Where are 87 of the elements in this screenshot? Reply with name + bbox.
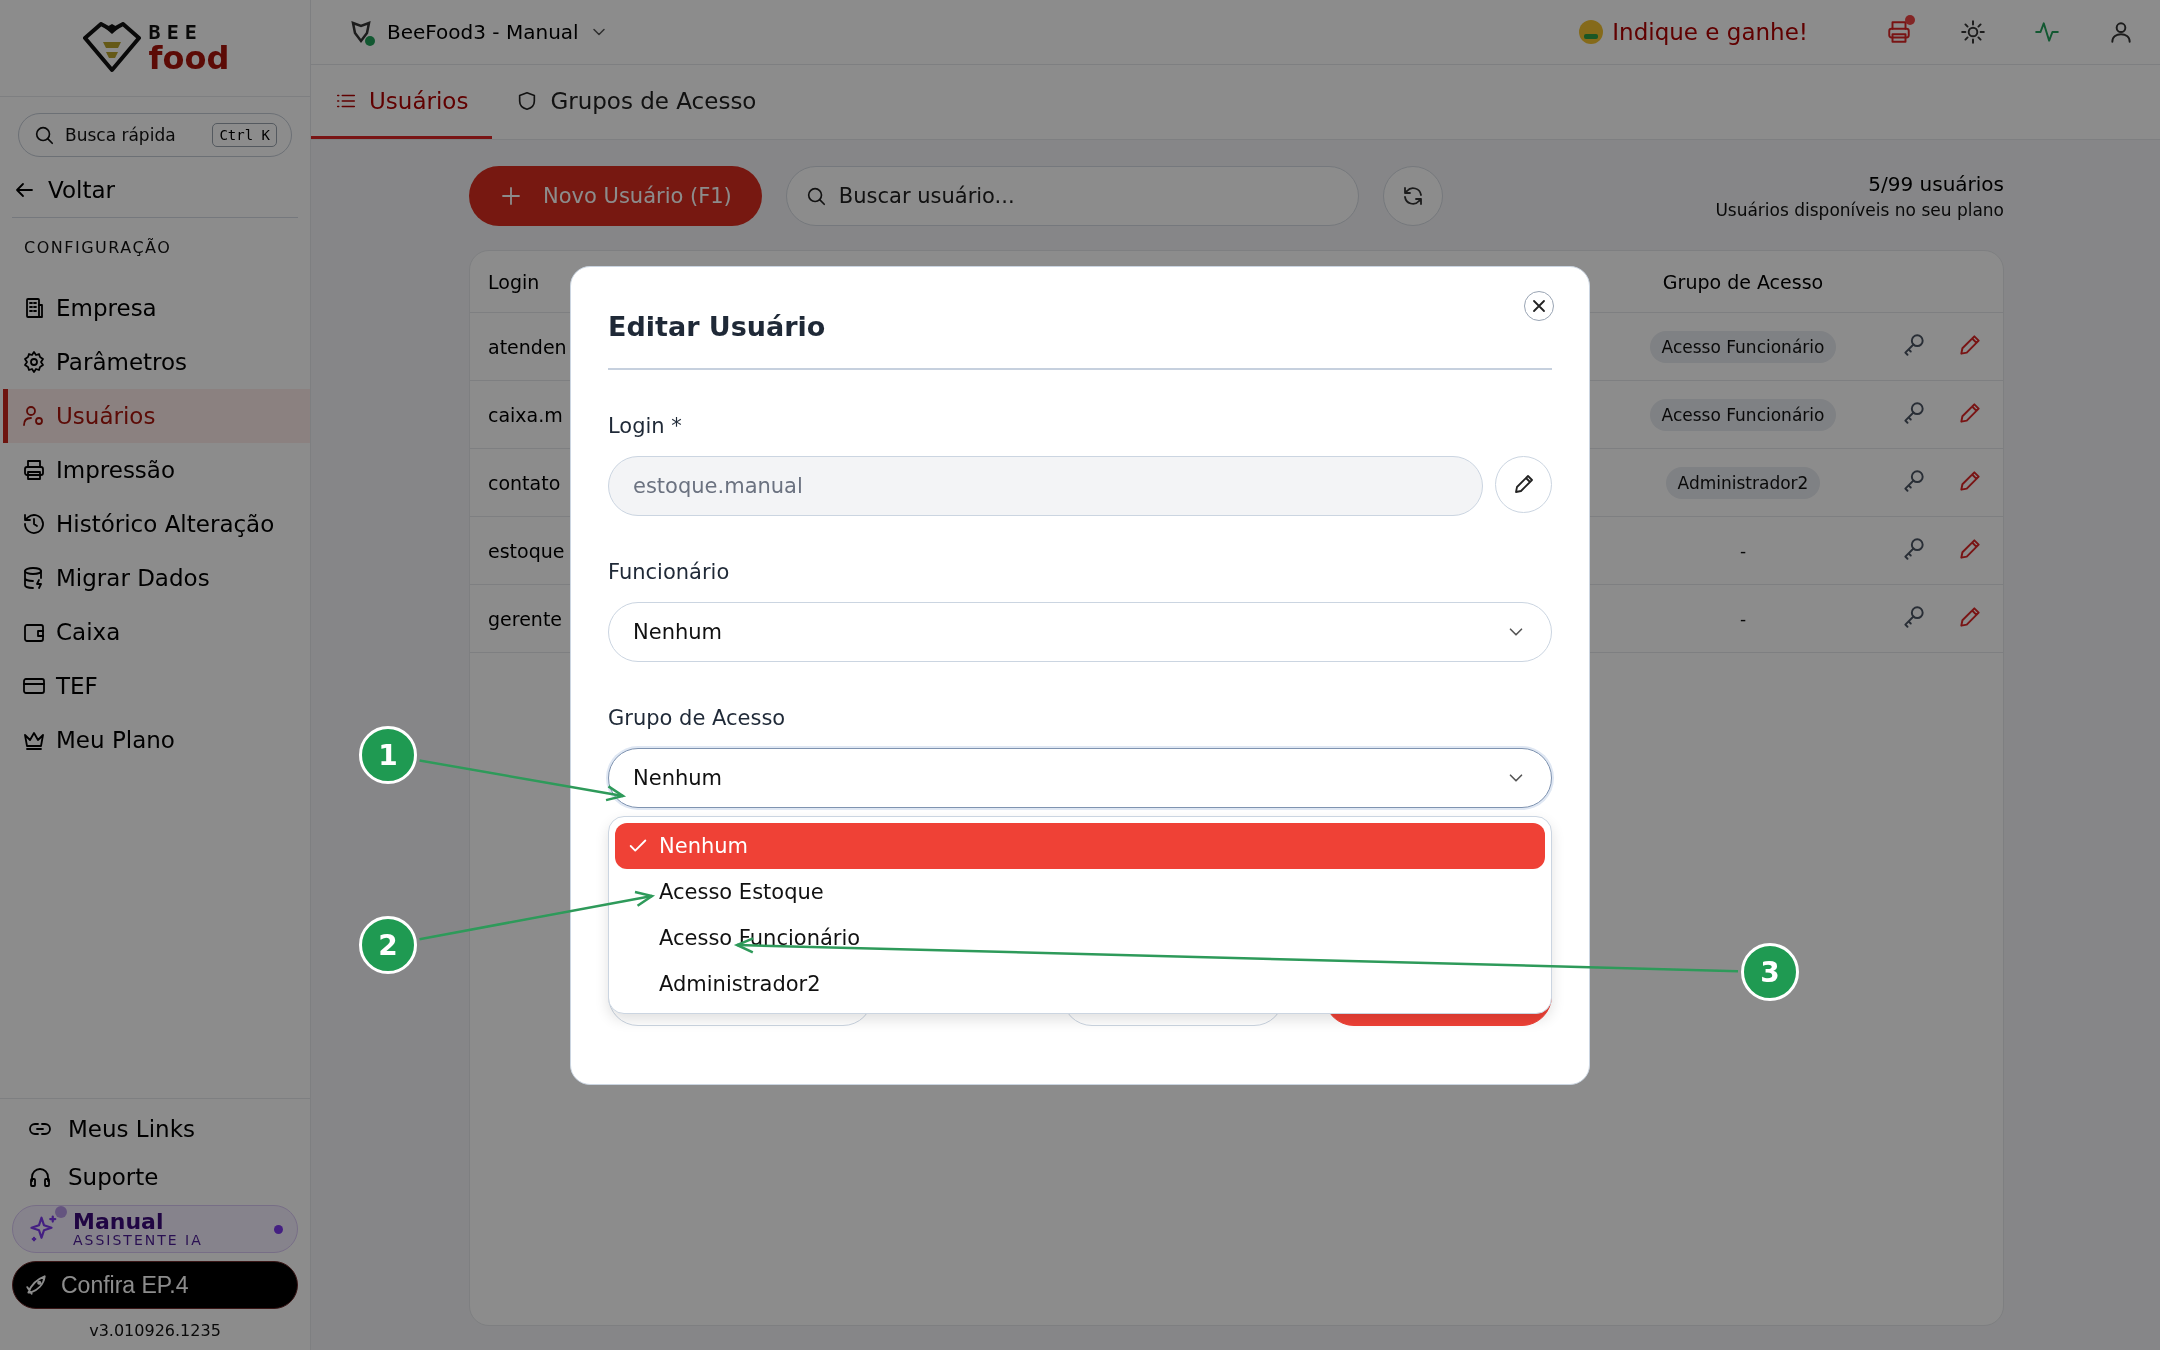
group-tag: Administrador2 bbox=[1665, 466, 1821, 499]
shortcut-key: Ctrl K bbox=[212, 123, 277, 147]
group-tag: Acesso Funcionário bbox=[1649, 398, 1837, 431]
search-field[interactable]: Buscar usuário... bbox=[785, 166, 1359, 226]
tab[interactable]: Usuários bbox=[311, 65, 493, 139]
count-note: Usuários disponíveis no seu plano bbox=[1715, 200, 2004, 220]
callout-number: 2 bbox=[359, 916, 417, 974]
back-link[interactable]: Voltar bbox=[12, 177, 298, 218]
new-user-button[interactable]: Novo Usuário (F1) bbox=[469, 166, 762, 226]
sidebar-item[interactable]: Histórico Alteração bbox=[3, 497, 310, 551]
version-text: v3.010926.1235 bbox=[88, 1321, 222, 1340]
section-heading: CONFIGURAÇÃO bbox=[24, 238, 173, 257]
notification-dot bbox=[1905, 15, 1915, 25]
logo-text: BEE bbox=[148, 22, 204, 42]
user-count: 5/99 usuários bbox=[1867, 172, 2004, 196]
dropdown-option[interactable]: Nenhum bbox=[615, 822, 1545, 869]
table-cell: - bbox=[1739, 540, 1747, 561]
user-gear-icon bbox=[22, 404, 46, 428]
logo-text: food bbox=[148, 42, 230, 74]
workspace-selector[interactable]: BeeFood3 - Manual bbox=[347, 17, 609, 47]
sidebar-item[interactable]: TEF bbox=[3, 659, 310, 713]
key-icon bbox=[1901, 400, 1927, 426]
key-icon bbox=[1901, 604, 1927, 630]
column-header: Grupo de Acesso bbox=[1662, 270, 1824, 293]
sun-icon bbox=[1960, 19, 1986, 45]
dropdown-option[interactable]: Acesso Funcionário bbox=[615, 914, 1545, 961]
table-cell: gerente bbox=[488, 607, 562, 630]
dropdown-option[interactable]: Acesso Estoque bbox=[615, 868, 1545, 915]
table-cell: atenden bbox=[488, 335, 567, 358]
assistant-subtitle: ASSISTENTE IA bbox=[73, 1233, 204, 1248]
assistant-button[interactable]: Manual ASSISTENTE IA bbox=[12, 1205, 298, 1253]
gear-icon bbox=[22, 350, 46, 374]
sidebar-item[interactable]: Impressão bbox=[3, 443, 310, 497]
sidebar-item[interactable]: Caixa bbox=[3, 605, 310, 659]
column-header: Login bbox=[488, 270, 540, 293]
key-icon bbox=[1901, 536, 1927, 562]
sidebar-item[interactable]: Parâmetros bbox=[3, 335, 310, 389]
group-tag: Acesso Funcionário bbox=[1649, 330, 1837, 363]
placeholder-text: Busca rápida bbox=[65, 125, 177, 145]
emoji-icon bbox=[1578, 19, 1605, 45]
select-field[interactable]: Nenhum bbox=[608, 601, 1552, 662]
dropdown-option[interactable]: Administrador2 bbox=[615, 960, 1545, 1007]
referral-link[interactable]: Indique e ganhe! bbox=[1578, 19, 1808, 45]
close-button[interactable] bbox=[1524, 290, 1554, 321]
key-icon bbox=[1901, 468, 1927, 494]
user-icon bbox=[2108, 19, 2134, 45]
sidebar-item[interactable]: Meu Plano bbox=[3, 713, 310, 767]
sidebar-item[interactable]: Empresa bbox=[3, 281, 310, 335]
field-label: Grupo de Acesso bbox=[608, 705, 787, 730]
table-cell: caixa.m bbox=[488, 403, 563, 426]
field-label: Login * bbox=[608, 413, 683, 438]
printer-icon bbox=[22, 458, 46, 482]
dot-icon bbox=[55, 1206, 67, 1218]
sparkle-icon bbox=[29, 1214, 59, 1244]
field-label: Funcionário bbox=[608, 559, 731, 584]
search-icon bbox=[33, 124, 55, 146]
pencil-icon bbox=[1957, 332, 1983, 358]
select-value: Nenhum bbox=[633, 765, 722, 790]
printer-icon bbox=[1886, 19, 1912, 45]
pencil-icon bbox=[1957, 468, 1983, 494]
table-cell: estoque bbox=[488, 539, 565, 562]
callout-number: 1 bbox=[359, 726, 417, 784]
sidebar-link[interactable]: Suporte bbox=[12, 1157, 298, 1197]
pencil-icon bbox=[1957, 536, 1983, 562]
pulse-icon bbox=[2034, 19, 2060, 45]
edit-button[interactable] bbox=[1495, 455, 1552, 513]
select-value: Nenhum bbox=[633, 619, 722, 644]
key-icon bbox=[1901, 332, 1927, 358]
table-cell: contato bbox=[488, 471, 561, 494]
pencil-icon bbox=[1957, 604, 1983, 630]
dialog-title: Editar Usuário bbox=[608, 310, 826, 342]
status-dot bbox=[274, 1224, 283, 1234]
assistant-title: Manual bbox=[73, 1210, 165, 1234]
logo-icon bbox=[80, 22, 143, 74]
sidebar-link[interactable]: Meus Links bbox=[12, 1109, 298, 1149]
promo-button[interactable]: Confira EP.4 bbox=[12, 1261, 298, 1309]
sidebar-item[interactable]: Usuários bbox=[3, 389, 310, 443]
rocket-icon bbox=[23, 1272, 49, 1298]
headphones-icon bbox=[28, 1165, 52, 1189]
select-field[interactable]: Nenhum bbox=[608, 747, 1552, 808]
history-icon bbox=[22, 512, 46, 536]
table-cell: - bbox=[1739, 608, 1747, 629]
tab[interactable]: Grupos de Acesso bbox=[492, 65, 781, 139]
pencil-icon bbox=[1957, 400, 1983, 426]
sidebar-item[interactable]: Migrar Dados bbox=[3, 551, 310, 605]
plus-icon bbox=[499, 184, 523, 208]
placeholder-text: Buscar usuário... bbox=[838, 184, 1015, 208]
